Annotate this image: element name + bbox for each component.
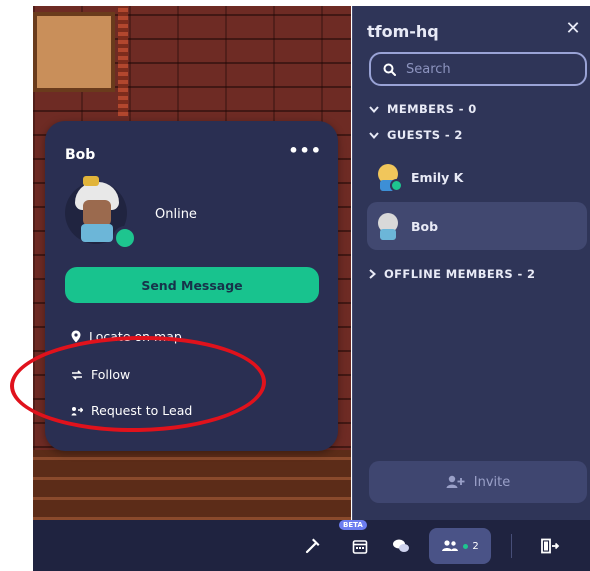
section-guests-label: GUESTS - 2 [387, 128, 463, 142]
build-tool-button[interactable] [299, 528, 325, 564]
online-status-dot [113, 226, 137, 250]
section-offline-members[interactable]: OFFLINE MEMBERS - 2 [369, 267, 535, 281]
locate-on-map-action[interactable]: Locate on map [71, 329, 182, 344]
participants-toggle-button[interactable]: 2 [429, 528, 491, 564]
avatar [375, 162, 403, 192]
locate-label: Locate on map [89, 329, 182, 344]
profile-card: Bob ••• Online Send Message Locate on ma… [45, 121, 338, 451]
send-message-button[interactable]: Send Message [65, 267, 319, 303]
wall-decoration [118, 6, 128, 116]
people-count: 2 [472, 540, 479, 552]
exit-door-icon [541, 538, 560, 554]
chevron-down-icon [369, 131, 379, 139]
chevron-right-icon [369, 269, 376, 279]
request-to-lead-action[interactable]: Request to Lead [71, 403, 192, 418]
beta-badge: BETA [339, 520, 367, 530]
chevron-down-icon [369, 105, 379, 113]
follow-icon [72, 369, 82, 380]
chat-bubbles-icon [393, 539, 409, 552]
avatar [375, 211, 401, 241]
guest-item-emily[interactable]: Emily K [367, 153, 587, 201]
more-options-icon[interactable]: ••• [288, 141, 322, 160]
invite-label: Invite [473, 474, 511, 490]
follow-label: Follow [91, 367, 131, 382]
leave-space-button[interactable] [533, 528, 567, 564]
invite-button[interactable]: Invite [369, 461, 587, 503]
search-box[interactable] [369, 52, 587, 86]
location-pin-icon [71, 330, 81, 343]
profile-avatar [65, 176, 137, 250]
space-title: tfom-hq [367, 22, 439, 41]
search-input[interactable] [404, 60, 568, 78]
lead-icon [71, 406, 83, 415]
guest-name: Bob [411, 218, 439, 234]
online-status-dot [390, 179, 403, 192]
floor-area [33, 450, 351, 520]
calendar-icon [352, 540, 368, 554]
follow-action[interactable]: Follow [71, 367, 130, 382]
hammer-icon [305, 538, 320, 554]
search-icon [383, 63, 396, 76]
add-user-icon [446, 475, 465, 488]
online-dot-icon [463, 543, 469, 549]
calendar-button[interactable]: BETA [339, 520, 373, 564]
close-icon[interactable]: ✕ [562, 18, 584, 40]
section-offline-label: OFFLINE MEMBERS - 2 [384, 267, 536, 281]
bottom-toolbar: BETA 2 [33, 520, 590, 571]
section-members-label: MEMBERS - 0 [387, 102, 477, 116]
lead-label: Request to Lead [91, 403, 193, 418]
profile-name: Bob [65, 147, 96, 163]
toolbar-divider [511, 534, 512, 558]
chat-button[interactable] [387, 528, 415, 564]
people-icon [442, 540, 459, 551]
guest-item-bob[interactable]: Bob [367, 202, 587, 250]
participants-sidebar: tfom-hq ✕ MEMBERS - 0 GUESTS - 2 Emily K [352, 6, 590, 520]
profile-status: Online [155, 207, 197, 222]
crate-object [33, 12, 115, 92]
section-guests[interactable]: GUESTS - 2 [369, 128, 463, 142]
section-members[interactable]: MEMBERS - 0 [369, 102, 477, 116]
guest-name: Emily K [411, 169, 464, 185]
